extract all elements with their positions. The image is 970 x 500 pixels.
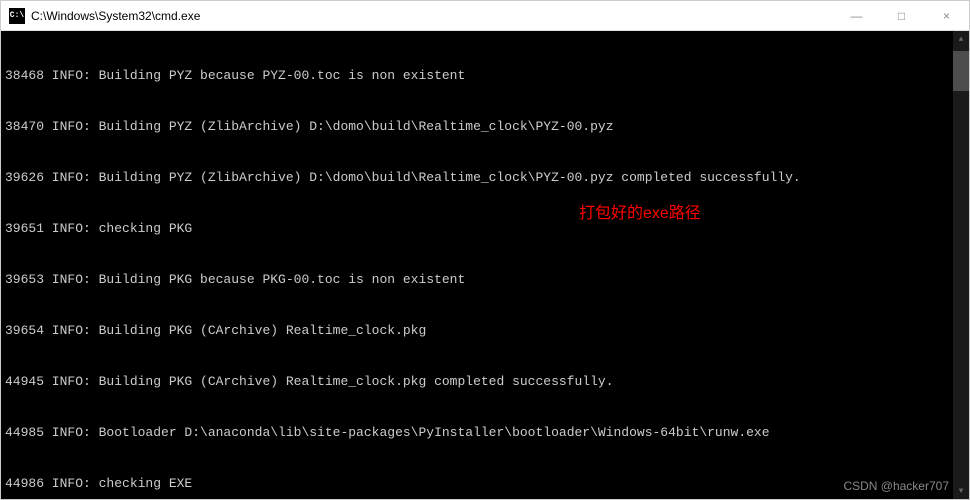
- window-controls: — □ ×: [834, 1, 969, 30]
- cmd-window: C:\ C:\Windows\System32\cmd.exe — □ × 38…: [0, 0, 970, 500]
- terminal-output[interactable]: 38468 INFO: Building PYZ because PYZ-00.…: [1, 31, 969, 499]
- log-line: 39654 INFO: Building PKG (CArchive) Real…: [5, 322, 965, 339]
- log-line: 39651 INFO: checking PKG: [5, 220, 965, 237]
- log-line: 44945 INFO: Building PKG (CArchive) Real…: [5, 373, 965, 390]
- log-line: 38468 INFO: Building PYZ because PYZ-00.…: [5, 67, 965, 84]
- scroll-up-icon[interactable]: ▲: [953, 31, 969, 47]
- titlebar[interactable]: C:\ C:\Windows\System32\cmd.exe — □ ×: [1, 1, 969, 31]
- log-line: 44985 INFO: Bootloader D:\anaconda\lib\s…: [5, 424, 965, 441]
- watermark-text: CSDN @hacker707: [843, 478, 949, 495]
- log-line: 39626 INFO: Building PYZ (ZlibArchive) D…: [5, 169, 965, 186]
- scroll-down-icon[interactable]: ▼: [953, 483, 969, 499]
- vertical-scrollbar[interactable]: ▲ ▼: [953, 31, 969, 499]
- close-button[interactable]: ×: [924, 1, 969, 30]
- scrollbar-thumb[interactable]: [953, 51, 969, 91]
- minimize-button[interactable]: —: [834, 1, 879, 30]
- log-line: 44986 INFO: checking EXE: [5, 475, 965, 492]
- log-line: 38470 INFO: Building PYZ (ZlibArchive) D…: [5, 118, 965, 135]
- maximize-button[interactable]: □: [879, 1, 924, 30]
- window-title: C:\Windows\System32\cmd.exe: [31, 9, 834, 23]
- cmd-icon: C:\: [9, 8, 25, 24]
- annotation-label: 打包好的exe路径: [579, 205, 701, 222]
- log-line: 39653 INFO: Building PKG because PKG-00.…: [5, 271, 965, 288]
